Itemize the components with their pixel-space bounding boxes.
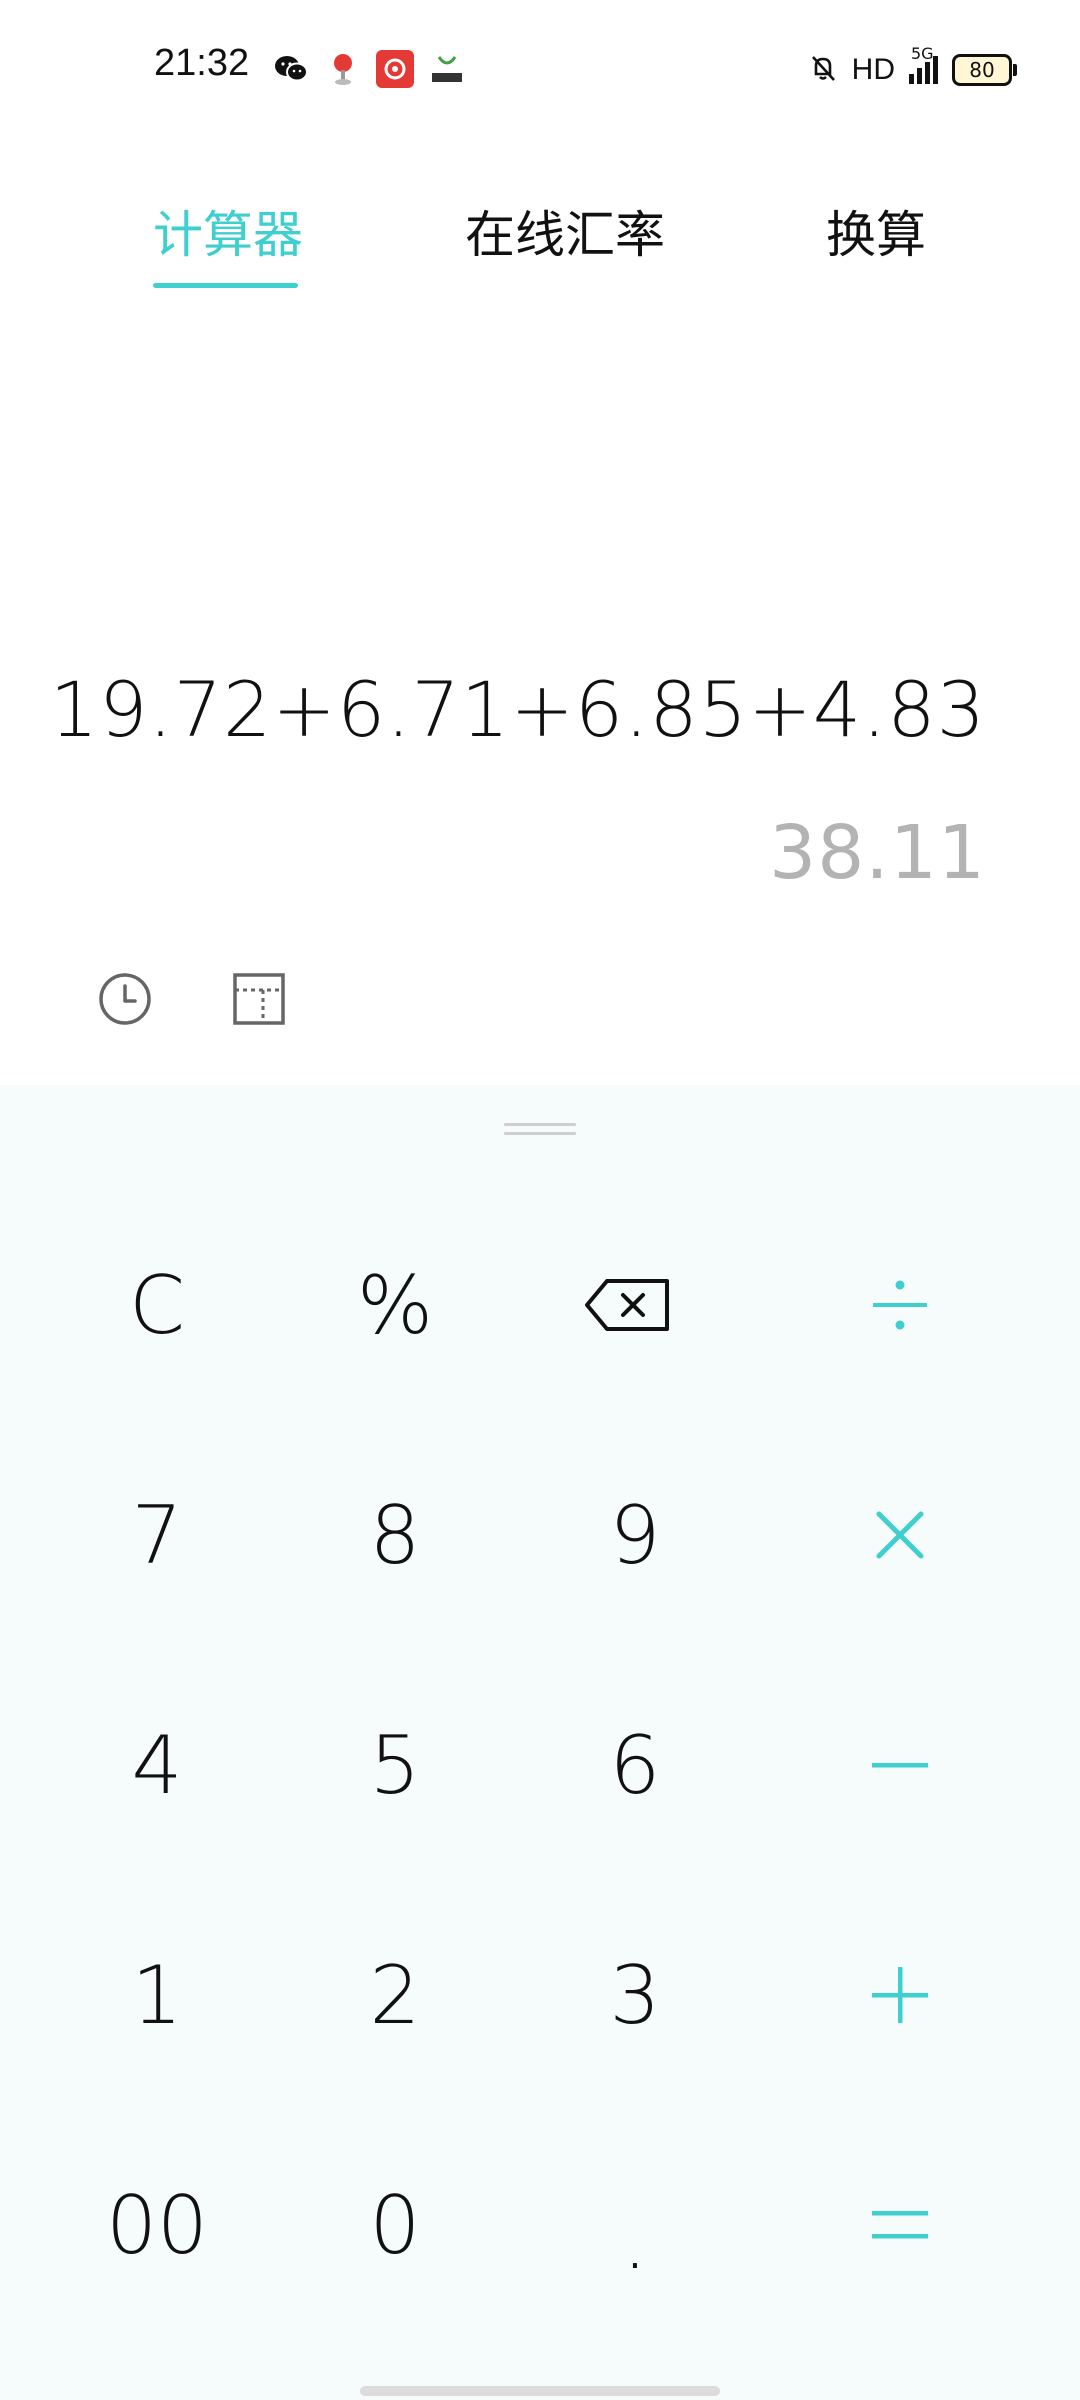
equals-icon <box>872 2211 928 2239</box>
digit-1-button[interactable]: 1 <box>57 1920 257 2070</box>
decimal-point-button[interactable]: . <box>535 2150 735 2300</box>
keypad: C % 7 8 9 4 5 6 1 2 3 00 0 . <box>0 1085 1080 2400</box>
divide-button[interactable] <box>800 1230 1000 1380</box>
tab-conversion[interactable]: 换算 <box>826 195 926 267</box>
home-indicator[interactable] <box>360 2386 720 2396</box>
digit-0-button[interactable]: 0 <box>295 2150 495 2300</box>
status-time: 21:32 <box>154 42 250 84</box>
minus-icon <box>872 1763 928 1768</box>
maps-icon <box>324 50 362 88</box>
add-button[interactable] <box>800 1920 1000 2070</box>
tab-exchange-rate[interactable]: 在线汇率 <box>465 195 665 267</box>
subtract-button[interactable] <box>800 1690 1000 1840</box>
digit-7-button[interactable]: 7 <box>57 1460 257 1610</box>
battery-indicator: 80 <box>952 54 1017 86</box>
status-bar: 21:32 HD 5G 80 <box>0 0 1080 140</box>
notification-icons <box>272 50 466 88</box>
battery-level: 80 <box>969 58 995 82</box>
system-indicators: HD 5G 80 <box>808 44 1017 92</box>
backspace-icon <box>585 1279 669 1331</box>
digit-5-button[interactable]: 5 <box>295 1690 495 1840</box>
clear-button[interactable]: C <box>57 1230 257 1380</box>
percent-button[interactable]: % <box>295 1230 495 1380</box>
digit-3-button[interactable]: 3 <box>535 1920 735 2070</box>
expression-display: 19.72+6.71+6.85+4.83 <box>49 665 986 754</box>
double-zero-button[interactable]: 00 <box>57 2150 257 2300</box>
result-display: 38.11 <box>769 810 986 896</box>
plus-icon <box>872 1967 928 2023</box>
tab-calculator[interactable]: 计算器 <box>153 195 303 267</box>
signal-5g-label: 5G <box>911 44 934 63</box>
digit-4-button[interactable]: 4 <box>57 1690 257 1840</box>
netease-music-icon <box>376 50 414 88</box>
equals-button[interactable] <box>800 2150 1000 2300</box>
multiply-button[interactable] <box>800 1460 1000 1610</box>
scientific-mode-icon[interactable] <box>232 972 286 1026</box>
drag-handle[interactable] <box>504 1123 576 1139</box>
wechat-icon <box>272 50 310 88</box>
hd-label: HD <box>851 53 895 86</box>
digit-2-button[interactable]: 2 <box>295 1920 495 2070</box>
tab-bar: 计算器 在线汇率 换算 <box>0 180 1080 290</box>
mute-bell-icon <box>808 53 838 87</box>
signal-icon: 5G <box>909 44 938 84</box>
calculator-screen: 21:32 HD 5G 80 计算器 在线汇率 换算 19.72+6.71+6.… <box>0 0 1080 2400</box>
history-icon[interactable] <box>98 972 152 1026</box>
divide-icon <box>873 1280 927 1330</box>
tv-app-icon <box>428 50 466 88</box>
backspace-button[interactable] <box>528 1230 728 1380</box>
multiply-icon <box>876 1511 924 1559</box>
active-tab-indicator <box>153 283 298 288</box>
digit-9-button[interactable]: 9 <box>535 1460 735 1610</box>
digit-6-button[interactable]: 6 <box>535 1690 735 1840</box>
digit-8-button[interactable]: 8 <box>295 1460 495 1610</box>
